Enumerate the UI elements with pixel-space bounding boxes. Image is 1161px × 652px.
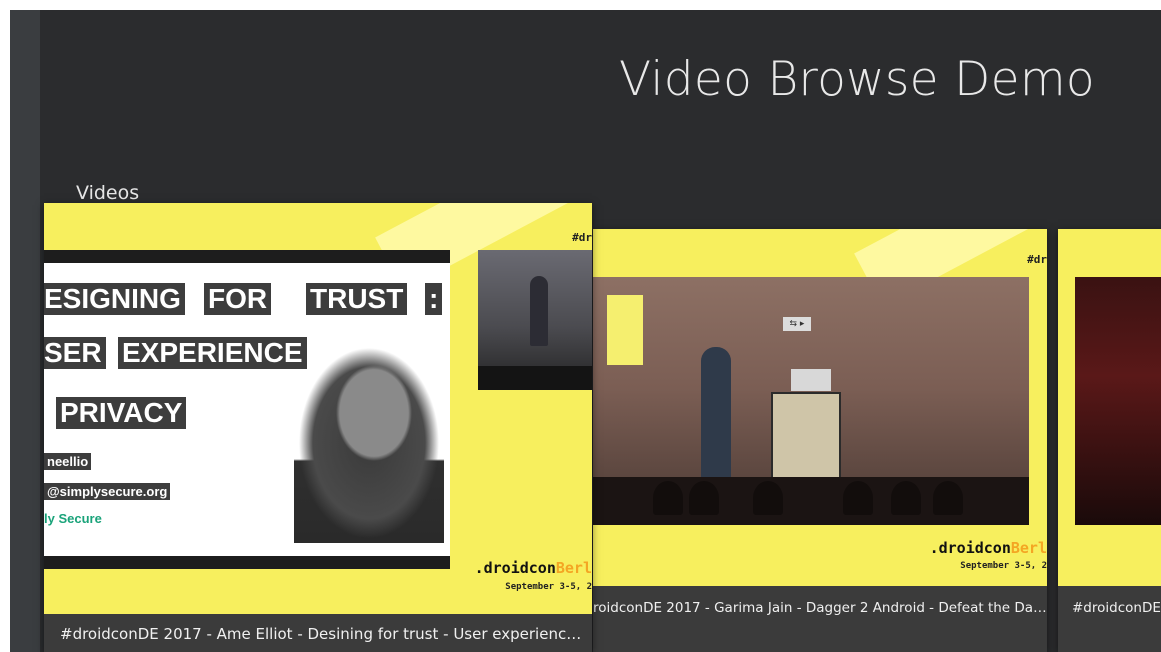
- app-title: Video Browse Demo: [619, 52, 1095, 107]
- speaker-scene-image: [1075, 277, 1161, 525]
- browse-screen: Video Browse Demo Videos #dr ⇆ ▸ .droidc…: [10, 10, 1161, 652]
- slide-text: ESIGNING: [44, 283, 185, 315]
- exit-sign-icon: ⇆ ▸: [783, 317, 811, 331]
- headers-rail[interactable]: [10, 10, 40, 652]
- thumb-dates: September 3-5, 2: [960, 561, 1047, 571]
- video-title: #droidconDE 2017 - Ame Elliot - Desining…: [44, 614, 592, 652]
- video-card[interactable]: #dr ⇆ ▸ .droidconBerl September 3-5, 2 r…: [593, 229, 1047, 652]
- row-header-videos: Videos: [76, 182, 140, 204]
- slide-brand: ly Secure: [44, 511, 102, 526]
- thumb-brand: .droidconBerl: [930, 539, 1047, 557]
- video-thumbnail: #dr ESIGNING FOR TRUST : SER EXPERIENCE …: [44, 203, 592, 614]
- video-thumbnail: [1058, 229, 1161, 586]
- speaker-inset-image: [478, 250, 592, 390]
- brand-prefix: .droidcon: [474, 559, 556, 577]
- speaker-scene-image: ⇆ ▸: [593, 277, 1029, 525]
- thumb-hashtag: #dr: [572, 231, 592, 244]
- slide-text: FOR: [204, 283, 272, 315]
- slide-text: :: [425, 283, 443, 315]
- slide-text: EXPERIENCE: [118, 337, 307, 369]
- video-thumbnail: #dr ⇆ ▸ .droidconBerl September 3-5, 2: [593, 229, 1047, 586]
- thumb-hashtag: #dr: [1027, 253, 1047, 266]
- slide-handle: neellio: [44, 453, 92, 470]
- video-title: #droidconDE: [1058, 586, 1161, 652]
- video-title: roidconDE 2017 - Garima Jain - Dagger 2 …: [593, 586, 1047, 652]
- slide-text: PRIVACY: [56, 397, 187, 429]
- slide-text: SER: [44, 337, 106, 369]
- brand-accent: Berl: [555, 559, 592, 577]
- laptop-icon: [791, 369, 831, 391]
- thumb-dates: September 3-5, 2: [505, 582, 592, 592]
- slide-image: ESIGNING FOR TRUST : SER EXPERIENCE PRIV…: [44, 250, 450, 569]
- brand-prefix: .droidcon: [929, 539, 1011, 557]
- speaker-figure: [701, 347, 731, 495]
- brand-accent: Berl: [1010, 539, 1047, 557]
- slide-email: @simplysecure.org: [44, 483, 171, 500]
- slide-text: TRUST: [306, 283, 408, 315]
- pixelated-face-image: [294, 333, 444, 543]
- video-card[interactable]: #droidconDE: [1058, 229, 1161, 652]
- thumb-brand: .droidconBerl: [475, 559, 592, 577]
- video-card-focused[interactable]: #dr ESIGNING FOR TRUST : SER EXPERIENCE …: [44, 203, 592, 652]
